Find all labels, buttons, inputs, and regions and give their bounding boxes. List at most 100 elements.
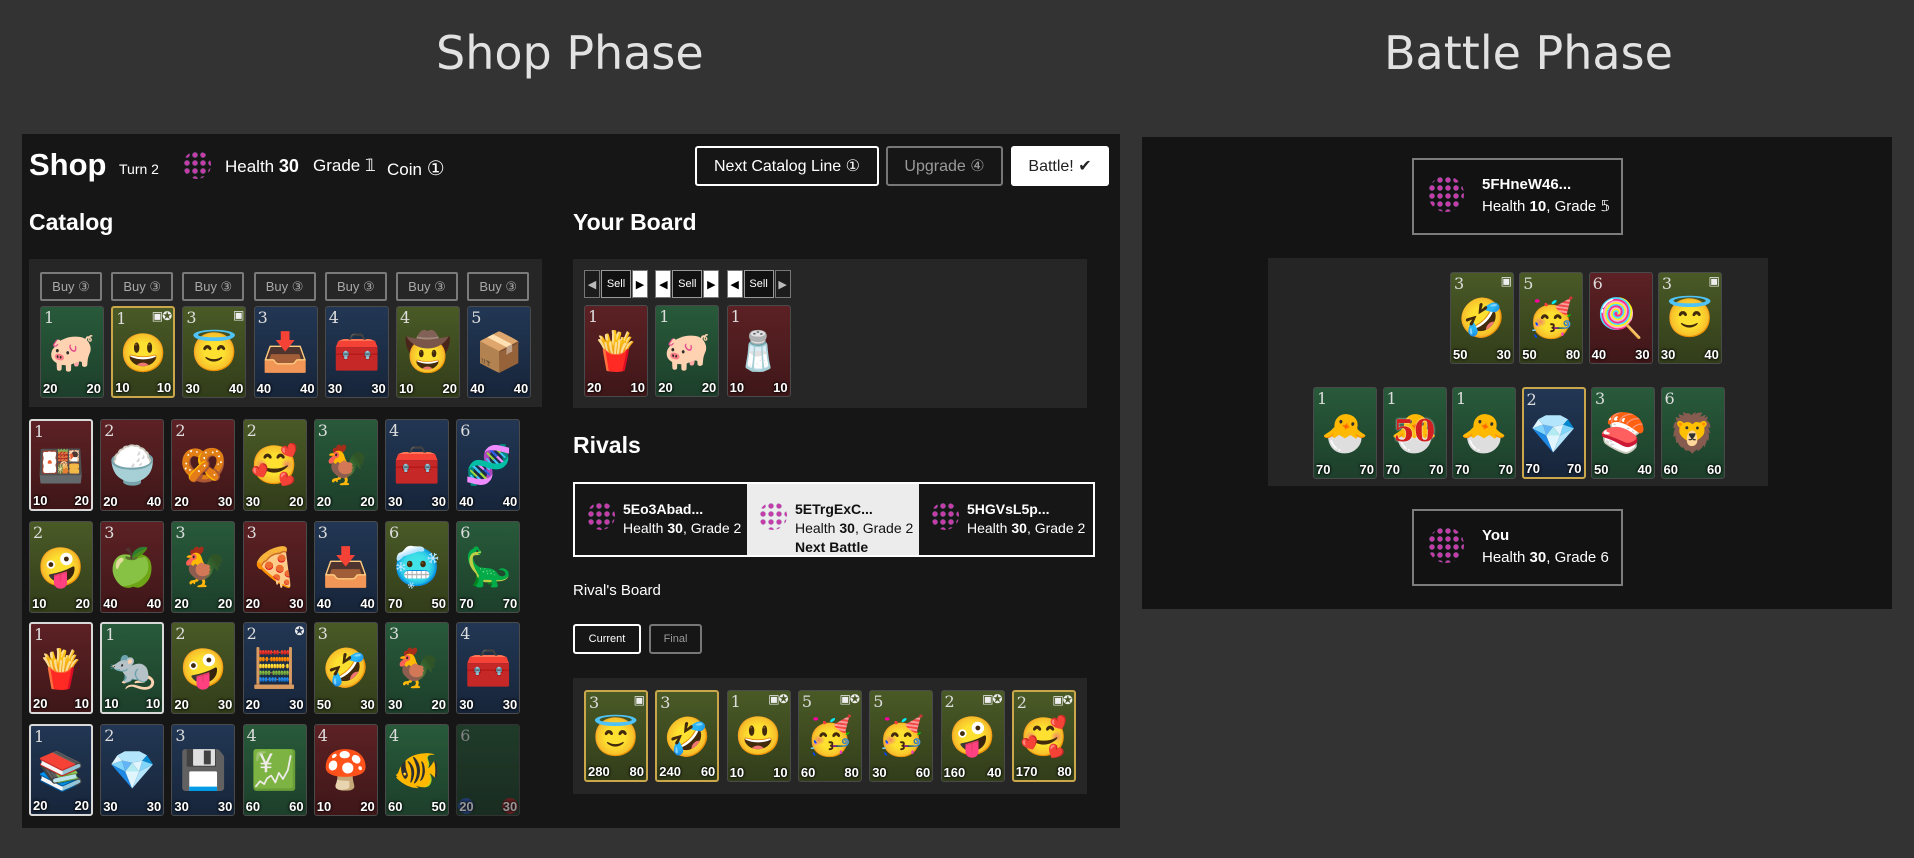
move-right-arrow[interactable]: ▶ <box>632 270 648 298</box>
unit-card[interactable]: 2 🤪 20 30 <box>171 622 236 714</box>
unit-card[interactable]: 1 🐀 10 10 <box>100 622 165 714</box>
card-emoji-icon: 🥨 <box>179 445 228 487</box>
unit-card[interactable]: 3 🍣 50 40 <box>1591 387 1655 479</box>
unit-card[interactable]: 2 ▣✪ 🤪 160 40 <box>940 690 1005 782</box>
sell-button[interactable]: Sell <box>672 270 703 298</box>
card-tier: 2 <box>944 692 955 711</box>
unit-card[interactable]: 3 ▣ 😇 30 40 <box>182 306 247 398</box>
move-right-arrow[interactable]: ▶ <box>703 270 720 298</box>
buy-button[interactable]: Buy ③ <box>182 272 245 301</box>
unit-card[interactable]: 1 🐣 70 70 50 <box>1382 387 1447 479</box>
buy-button[interactable]: Buy ③ <box>111 272 174 301</box>
move-right-arrow[interactable]: ▶ <box>774 270 791 298</box>
unit-card[interactable]: 1 🐖 20 20 <box>655 305 720 397</box>
card-emoji-icon: 🍟 <box>37 649 85 691</box>
unit-card[interactable]: 2 💎 30 30 <box>100 723 165 816</box>
unit-card[interactable]: 3 📥 40 40 <box>253 306 318 398</box>
card-health: 10 <box>630 380 645 395</box>
unit-card[interactable]: 6 20 30 <box>456 723 521 816</box>
unit-card[interactable]: 3 🐓 20 20 <box>171 520 236 613</box>
unit-card[interactable]: 6 🧬 40 40 <box>456 419 521 511</box>
unit-card[interactable]: 1 ▣✪ 😃 10 10 <box>726 690 791 782</box>
unit-card[interactable]: 1 🐖 20 20 <box>40 306 104 398</box>
unit-card[interactable]: 5 ▣✪ 🥳 60 80 <box>797 690 862 782</box>
unit-card[interactable]: 3 🤣 50 30 <box>313 622 378 714</box>
move-left-arrow[interactable]: ◀ <box>655 270 672 298</box>
card-tier: 3 <box>589 693 600 712</box>
unit-card[interactable]: 6 🍭 40 30 <box>1588 272 1653 364</box>
unit-card[interactable]: 1 🐣 70 70 <box>1452 387 1516 479</box>
unit-card[interactable]: 1 🧂 10 10 <box>726 305 791 397</box>
upgrade-button[interactable]: Upgrade ④ <box>886 146 1003 186</box>
card-attack: 30 <box>103 798 118 814</box>
unit-card[interactable]: 3 🤣 240 60 <box>655 690 720 782</box>
card-tier: 6 <box>1664 389 1675 408</box>
unit-card[interactable]: 1 ▣✪ 😃 10 10 <box>111 306 176 398</box>
unit-card[interactable]: 4 🧰 30 30 <box>385 419 449 511</box>
buy-button[interactable]: Buy ③ <box>467 272 530 301</box>
card-attack: 160 <box>943 765 966 780</box>
rival-entry[interactable]: 5HGVsL5p... Health 30, Grade 2 <box>919 484 1091 555</box>
unit-card[interactable]: 6 🦕 70 70 <box>456 520 521 613</box>
buy-button[interactable]: Buy ③ <box>40 272 102 301</box>
card-attack: 30 <box>459 697 474 712</box>
move-left-arrow[interactable]: ◀ <box>584 270 600 298</box>
unit-card[interactable]: 2 ▣✪ 🥰 170 80 <box>1011 690 1076 782</box>
tab-final[interactable]: Final <box>649 624 702 654</box>
sell-button[interactable]: Sell <box>743 270 774 298</box>
unit-card[interactable]: 1 📚 20 20 <box>29 723 93 816</box>
unit-card[interactable]: 1 🐣 70 70 <box>1313 387 1377 479</box>
unit-card[interactable]: 6 🥶 70 50 <box>385 520 449 613</box>
unit-card[interactable]: 3 🐓 30 20 <box>385 622 449 714</box>
rival-entry[interactable]: 5Eo3Abad... Health 30, Grade 2 <box>575 484 747 555</box>
tab-current[interactable]: Current <box>573 624 641 654</box>
card-emoji-icon: 🍏 <box>108 546 156 589</box>
buy-button[interactable]: Buy ③ <box>253 272 316 301</box>
buy-button[interactable]: Buy ③ <box>324 272 387 301</box>
unit-card[interactable]: 4 🤠 10 20 <box>396 306 460 398</box>
unit-card[interactable]: 1 🍟 20 10 <box>29 622 93 714</box>
unit-card[interactable]: 5 🥳 30 60 <box>869 690 934 782</box>
unit-card[interactable]: 2 🤪 10 20 <box>29 520 93 613</box>
card-attack: 70 <box>388 595 403 611</box>
unit-card[interactable]: 2 💎 70 70 <box>1521 387 1586 479</box>
rival-entry[interactable]: 5ETrgExC... Health 30, Grade 2 Next Battle <box>747 484 919 555</box>
unit-card[interactable]: 4 🍄 10 20 <box>313 723 378 816</box>
unit-card[interactable]: 2 🍚 20 40 <box>100 419 165 511</box>
unit-card[interactable]: 6 🦁 60 60 <box>1660 387 1725 479</box>
next-catalog-line-button[interactable]: Next Catalog Line ① <box>695 146 879 186</box>
card-tier: 4 <box>328 308 339 327</box>
unit-card[interactable]: 3 ▣ 😇 30 40 <box>1657 272 1722 364</box>
unit-card[interactable]: 3 ▣ 😇 280 80 <box>584 690 648 782</box>
unit-card[interactable]: 1 🍟 20 10 <box>584 305 648 397</box>
buy-button[interactable]: Buy ③ <box>396 272 458 301</box>
unit-card[interactable]: 4 🧰 30 30 <box>456 622 521 714</box>
unit-card[interactable]: 3 ▣ 🤣 50 30 <box>1450 272 1514 364</box>
card-health: 30 <box>360 697 375 712</box>
unit-card[interactable]: 3 🍕 20 30 <box>242 520 307 613</box>
card-health: 40 <box>146 494 162 509</box>
sell-button[interactable]: Sell <box>601 270 631 298</box>
card-health: 50 <box>431 798 446 814</box>
card-emoji-icon: 🤣 <box>1458 298 1506 340</box>
unit-card[interactable]: 4 💹 60 60 <box>242 723 307 816</box>
unit-card[interactable]: 3 🐓 20 20 <box>313 419 378 511</box>
unit-card[interactable]: 3 💾 30 30 <box>171 723 236 816</box>
unit-card[interactable]: 4 🐠 60 50 <box>385 723 449 816</box>
unit-card[interactable]: 1 🍱 10 20 <box>29 419 93 511</box>
card-attack: 20 <box>587 380 602 395</box>
unit-card[interactable]: 2 ✪ 🧮 20 30 <box>242 622 307 714</box>
unit-card[interactable]: 3 🍏 40 40 <box>100 520 165 613</box>
card-tier: 4 <box>317 725 328 745</box>
unit-card[interactable]: 4 🧰 30 30 <box>324 306 389 398</box>
card-tier: 6 <box>1592 274 1603 293</box>
move-left-arrow[interactable]: ◀ <box>726 270 743 298</box>
card-health: 30 <box>289 697 304 712</box>
unit-card[interactable]: 2 🥨 20 30 <box>171 419 236 511</box>
unit-card[interactable]: 2 🥰 30 20 <box>242 419 307 511</box>
unit-card[interactable]: 3 📥 40 40 <box>313 520 378 613</box>
card-attack: 30 <box>872 765 887 780</box>
unit-card[interactable]: 5 📦 40 40 <box>467 306 532 398</box>
unit-card[interactable]: 5 🥳 50 80 <box>1519 272 1584 364</box>
battle-button[interactable]: Battle! ✔ <box>1011 146 1109 186</box>
